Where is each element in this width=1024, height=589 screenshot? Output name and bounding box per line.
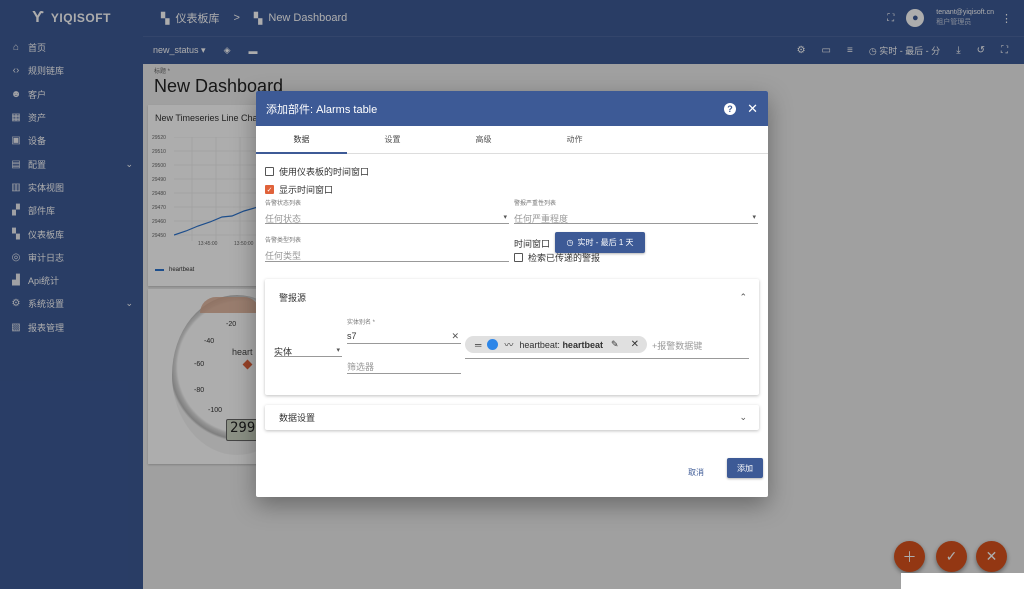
- add-button[interactable]: 添加: [727, 458, 763, 478]
- tab-actions[interactable]: 动作: [529, 126, 620, 153]
- dialog-tabs: 数据 设置 高级 动作: [256, 126, 768, 154]
- cancel-button[interactable]: 取消: [680, 461, 712, 484]
- alarm-type-input[interactable]: 告警类型列表 任何类型: [265, 238, 509, 262]
- chevron-down-icon: ⌄: [739, 412, 747, 422]
- use-dashboard-timewindow-checkbox[interactable]: 使用仪表板的时间窗口: [265, 165, 369, 178]
- add-key-input[interactable]: +报警数据键: [652, 339, 702, 352]
- clear-icon[interactable]: ✕: [451, 331, 459, 342]
- dropdown-arrow-icon: ▾: [503, 214, 507, 221]
- checkbox-checked-icon: ✓: [265, 185, 274, 194]
- alarm-source-panel: 警报源 ⌃ 实体 ▾ 实体别名 * s7 ✕ 筛选器 ═ 〰 heartbeat…: [265, 279, 759, 395]
- source-type-select[interactable]: 实体 ▾: [274, 343, 342, 357]
- tab-settings[interactable]: 设置: [347, 126, 438, 153]
- help-icon[interactable]: ?: [724, 102, 736, 115]
- alarm-source-header[interactable]: 警报源 ⌃: [265, 279, 759, 315]
- close-icon[interactable]: ✕: [747, 101, 758, 117]
- alarm-severity-select[interactable]: 警报严重性列表 任何严重程度 ▾: [514, 201, 758, 224]
- data-settings-header[interactable]: 数据设置 ⌄: [265, 405, 759, 430]
- show-timewindow-checkbox[interactable]: ✓ 显示时间窗口: [265, 183, 333, 196]
- keys-underline: [465, 358, 749, 359]
- checkbox-unchecked-icon: [265, 167, 274, 176]
- drag-handle-icon[interactable]: ═: [475, 340, 481, 350]
- chevron-up-icon: ⌃: [739, 291, 747, 302]
- dialog-footer: 取消 添加: [256, 447, 768, 497]
- timewindow-button[interactable]: ◷ 实时 - 最后 1 天: [555, 232, 645, 253]
- add-widget-dialog: 添加部件: Alarms table ? ✕ 数据 设置 高级 动作 使用仪表板…: [256, 91, 768, 497]
- data-settings-panel: 数据设置 ⌄: [265, 405, 759, 430]
- color-dot[interactable]: [487, 339, 499, 350]
- data-key-chip[interactable]: ═ 〰 heartbeat: heartbeat ✎ ✕: [465, 336, 647, 353]
- checkbox-unchecked-icon: [514, 253, 523, 262]
- tab-advanced[interactable]: 高级: [438, 126, 529, 153]
- corner-area: [901, 573, 1024, 589]
- dialog-title: 添加部件: Alarms table: [266, 103, 378, 116]
- dialog-header: 添加部件: Alarms table ? ✕: [256, 91, 768, 126]
- tab-data[interactable]: 数据: [256, 126, 347, 154]
- clock-icon: ◷: [566, 238, 574, 247]
- alarm-status-select[interactable]: 告警状态列表 任何状态 ▾: [265, 201, 509, 224]
- dialog-body: 使用仪表板的时间窗口 ✓ 显示时间窗口 时间窗口 ◷ 实时 - 最后 1 天 告…: [256, 154, 768, 446]
- dropdown-arrow-icon: ▾: [752, 214, 756, 221]
- search-propagated-checkbox[interactable]: 检索已传递的警报: [514, 251, 600, 264]
- remove-chip-icon[interactable]: ✕: [631, 339, 639, 350]
- timewindow-label: 时间窗口: [514, 239, 551, 249]
- timeseries-icon: 〰: [504, 340, 514, 350]
- dropdown-arrow-icon: ▾: [336, 347, 340, 354]
- entity-alias-input[interactable]: 实体别名 * s7 ✕: [347, 320, 461, 344]
- filter-input[interactable]: 筛选器: [347, 358, 461, 374]
- edit-icon[interactable]: ✎: [611, 339, 619, 350]
